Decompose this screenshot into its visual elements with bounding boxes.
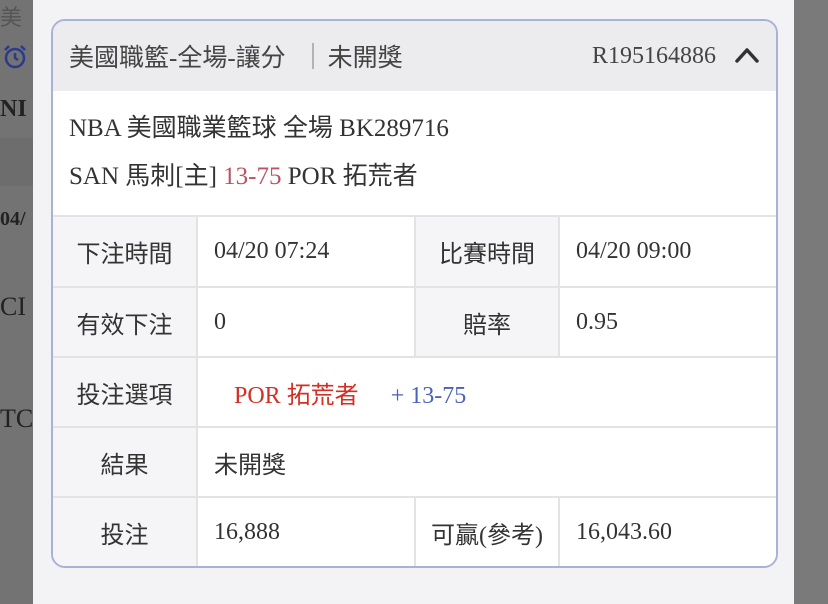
bet-id: R195164886	[591, 42, 716, 69]
match-time-label: 比賽時間	[415, 217, 560, 288]
odds-value: 0.95	[559, 287, 776, 358]
bet-type-title: 美國職籃-全場-讓分	[69, 45, 286, 72]
bet-detail-card: 美國職籃-全場-讓分 未開獎 R195164886 NBA 美國職業籃球 全場 …	[51, 19, 778, 568]
background-right-panel	[794, 0, 828, 604]
table-row: 投注選項 POR 拓荒者 + 13-75	[53, 357, 776, 428]
alarm-icon	[2, 44, 28, 70]
stake-label: 投注	[53, 497, 198, 566]
odds-label: 賠率	[415, 287, 560, 358]
result-label: 結果	[53, 427, 198, 498]
table-row: 投注 16,888 可贏(參考) 16,043.60	[53, 497, 776, 566]
bet-time-value: 04/20 07:24	[197, 217, 416, 288]
bet-status: 未開獎	[327, 45, 403, 72]
away-team: POR 拓荒者	[287, 163, 418, 190]
match-info: NBA 美國職業籃球 全場 BK289716 SAN 馬刺[主] 13-75 P…	[53, 91, 776, 217]
table-row: 下注時間 04/20 07:24 比賽時間 04/20 09:00	[53, 217, 776, 288]
selection-team: POR 拓荒者	[234, 382, 359, 409]
win-label: 可贏(參考)	[415, 497, 560, 566]
selection-value: POR 拓荒者 + 13-75	[197, 357, 776, 428]
table-row: 有效下注 0 賠率 0.95	[53, 287, 776, 358]
bet-details-table: 下注時間 04/20 07:24 比賽時間 04/20 09:00 有效下注 0…	[53, 217, 776, 566]
valid-bet-value: 0	[197, 287, 416, 358]
valid-bet-label: 有效下注	[53, 287, 198, 358]
header-divider	[311, 43, 314, 69]
match-line: NBA 美國職業籃球 全場 BK289716	[69, 115, 449, 142]
home-team: SAN 馬刺[主]	[69, 163, 217, 190]
match-time-value: 04/20 09:00	[559, 217, 776, 288]
table-row: 結果 未開獎	[53, 427, 776, 498]
stake-value: 16,888	[197, 497, 416, 566]
selection-handicap: + 13-75	[390, 382, 467, 409]
selection-label: 投注選項	[53, 357, 198, 428]
score: 13-75	[223, 163, 282, 190]
result-value: 未開獎	[197, 427, 776, 498]
bet-time-label: 下注時間	[53, 217, 198, 288]
teams-line: SAN 馬刺[主] 13-75 POR 拓荒者	[69, 159, 760, 207]
card-header[interactable]: 美國職籃-全場-讓分 未開獎 R195164886	[53, 21, 776, 91]
chevron-up-icon[interactable]	[734, 44, 760, 66]
win-value: 16,043.60	[559, 497, 776, 566]
